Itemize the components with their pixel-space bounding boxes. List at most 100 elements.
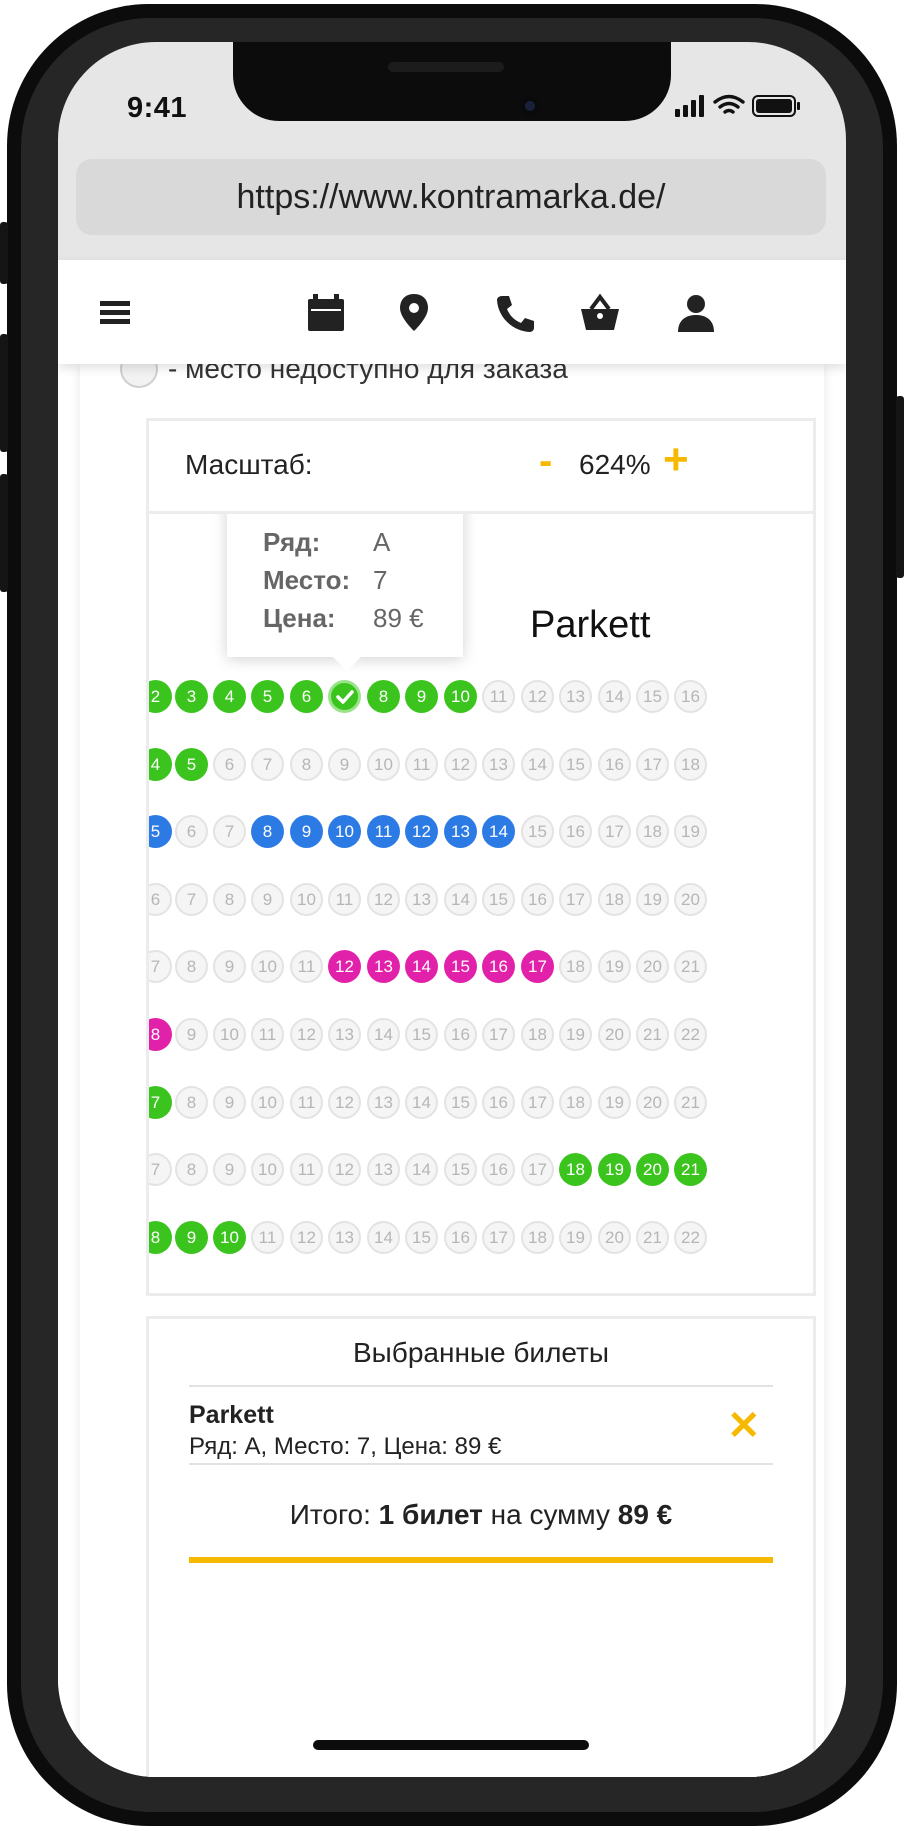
tooltip-seat-value: 7: [373, 565, 388, 595]
user-icon[interactable]: [674, 290, 718, 334]
seat-available[interactable]: 11: [367, 815, 400, 848]
seat-available[interactable]: 17: [521, 950, 554, 983]
seat-unavailable: 14: [367, 1221, 400, 1254]
seat-unavailable: 12: [444, 748, 477, 781]
seat-available[interactable]: 3: [175, 680, 208, 713]
calendar-icon[interactable]: [302, 290, 346, 334]
seat-available[interactable]: 20: [636, 1153, 669, 1186]
seat-unavailable: 15: [636, 680, 669, 713]
seat-map[interactable]: Parkett Ряд: A Место: 7 Цена: 89 € 23456891…: [149, 514, 813, 1293]
seat-unavailable: 6: [175, 815, 208, 848]
seat-available[interactable]: 8: [251, 815, 284, 848]
zoom-value: 624%: [579, 449, 651, 480]
seat-unavailable: 11: [482, 680, 515, 713]
location-pin-icon[interactable]: [392, 290, 436, 334]
address-bar[interactable]: https://www.kontramarka.de/: [76, 159, 826, 235]
status-icons: [675, 92, 815, 120]
seat-unavailable: 12: [367, 883, 400, 916]
seat-available[interactable]: 13: [444, 815, 477, 848]
seat-available[interactable]: 15: [444, 950, 477, 983]
seat-unavailable: 18: [598, 883, 631, 916]
seat-available[interactable]: 5: [149, 815, 172, 848]
seat-available[interactable]: 6: [290, 680, 323, 713]
divider: [189, 1385, 773, 1387]
seat-unavailable: 20: [598, 1221, 631, 1254]
seat-available[interactable]: 18: [559, 1153, 592, 1186]
seat-available[interactable]: 12: [405, 815, 438, 848]
seat-unavailable: 19: [559, 1221, 592, 1254]
seat-available[interactable]: 21: [674, 1153, 707, 1186]
seat-unavailable: 15: [444, 1086, 477, 1119]
seat-unavailable: 13: [328, 1018, 361, 1051]
seat-unavailable: 17: [482, 1018, 515, 1051]
seat-available[interactable]: 16: [482, 950, 515, 983]
signal-icon: [675, 95, 704, 117]
seat-unavailable: 16: [674, 680, 707, 713]
battery-icon: [752, 95, 800, 117]
total-sum: 89 €: [617, 1499, 673, 1530]
seat-unavailable: 11: [290, 1086, 323, 1119]
seat-unavailable: 9: [213, 950, 246, 983]
seat-available[interactable]: 5: [175, 748, 208, 781]
seat-available[interactable]: 10: [328, 815, 361, 848]
seat-unavailable: 9: [251, 883, 284, 916]
seat-unavailable: 18: [521, 1221, 554, 1254]
seat-unavailable: 8: [213, 883, 246, 916]
selected-tickets-panel: Выбранные билеты Parkett Ряд: A, Место: …: [146, 1316, 816, 1777]
seat-available[interactable]: 14: [405, 950, 438, 983]
seat-available[interactable]: 8: [149, 1018, 172, 1051]
notch: [233, 42, 671, 121]
seat-available[interactable]: 19: [598, 1153, 631, 1186]
seat-unavailable: 15: [559, 748, 592, 781]
seat-unavailable: 18: [521, 1018, 554, 1051]
checkout-button[interactable]: [189, 1557, 773, 1563]
seat-available[interactable]: 2: [149, 680, 172, 713]
seat-unavailable: 19: [598, 1086, 631, 1119]
seat-available[interactable]: 10: [444, 680, 477, 713]
seat-unavailable: 16: [444, 1018, 477, 1051]
seat-available[interactable]: 9: [175, 1221, 208, 1254]
seat-available[interactable]: 9: [405, 680, 438, 713]
seat-available[interactable]: 4: [149, 748, 172, 781]
zoom-in-button[interactable]: +: [663, 435, 689, 485]
tooltip-seat-label: Место:: [263, 565, 351, 595]
seat-available[interactable]: 7: [149, 1086, 172, 1119]
seat-unavailable: 17: [636, 748, 669, 781]
zoom-out-button[interactable]: -: [539, 439, 552, 484]
seat-unavailable: 7: [149, 1153, 172, 1186]
seat-available[interactable]: 14: [482, 815, 515, 848]
seat-unavailable: 12: [328, 1086, 361, 1119]
seat-unavailable: 20: [598, 1018, 631, 1051]
seat-unavailable: 19: [674, 815, 707, 848]
seat-unavailable: 22: [674, 1018, 707, 1051]
seat-unavailable: 17: [521, 1153, 554, 1186]
remove-ticket-icon[interactable]: ✕: [727, 1403, 761, 1449]
seat-unavailable: 10: [213, 1018, 246, 1051]
menu-icon[interactable]: [94, 290, 138, 334]
seat-available[interactable]: 4: [213, 680, 246, 713]
seat-available[interactable]: 12: [328, 950, 361, 983]
front-camera: [520, 96, 540, 116]
tooltip-row: Ряд: A: [263, 527, 390, 558]
section-label: Parkett: [530, 604, 651, 646]
seat-unavailable: 19: [559, 1018, 592, 1051]
seat-unavailable: 14: [598, 680, 631, 713]
seat-unavailable: 13: [405, 883, 438, 916]
volume-down-button: [0, 474, 8, 592]
seat-selected[interactable]: [328, 680, 361, 713]
url-text: https://www.kontramarka.de/: [236, 177, 666, 216]
phone-icon[interactable]: [492, 290, 536, 334]
seat-available[interactable]: 13: [367, 950, 400, 983]
seat-unavailable: 12: [290, 1018, 323, 1051]
seat-available[interactable]: 10: [213, 1221, 246, 1254]
seat-unavailable: 9: [328, 748, 361, 781]
seat-unavailable: 15: [521, 815, 554, 848]
seat-available[interactable]: 8: [367, 680, 400, 713]
seat-available[interactable]: 8: [149, 1221, 172, 1254]
seat-available[interactable]: 9: [290, 815, 323, 848]
seat-unavailable: 18: [559, 1086, 592, 1119]
seat-available[interactable]: 5: [251, 680, 284, 713]
seat-unavailable: 8: [290, 748, 323, 781]
seat-unavailable: 15: [405, 1018, 438, 1051]
basket-icon[interactable]: [578, 290, 622, 334]
